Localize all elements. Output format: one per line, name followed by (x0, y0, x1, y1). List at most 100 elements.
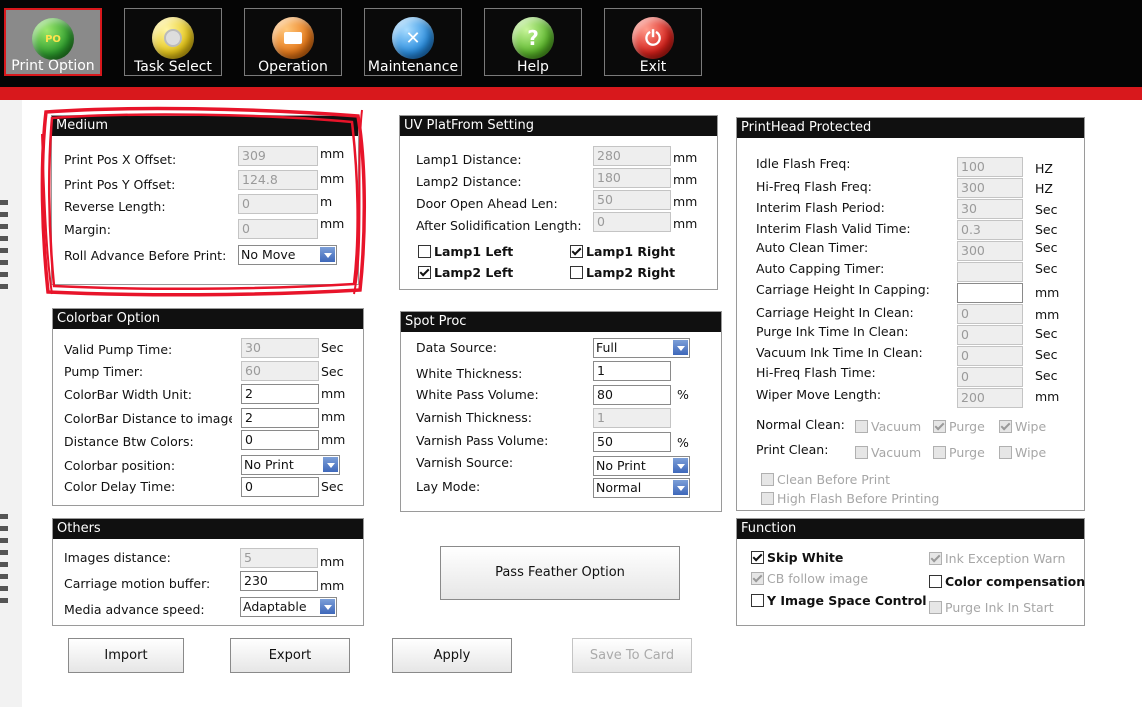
grip-mark (0, 224, 8, 229)
operation-label: Operation (258, 59, 328, 75)
hi-freq-flash-time-label: Hi-Freq Flash Time: (756, 365, 876, 380)
operation-button[interactable]: Operation (244, 8, 342, 76)
y-offset-input[interactable]: 124.8 (238, 170, 318, 190)
distance-btw-colors-input[interactable]: 0 (241, 430, 319, 450)
high-flash-before-printing-checkbox[interactable]: High Flash Before Printing (761, 491, 939, 506)
carriage-height-capping-input[interactable] (957, 283, 1023, 303)
lay-mode-select[interactable]: Normal (593, 478, 690, 498)
data-source-value: Full (596, 340, 618, 355)
interim-flash-valid-label: Interim Flash Valid Time: (756, 221, 911, 236)
carriage-buffer-input[interactable]: 230 (240, 571, 318, 591)
chevron-down-icon (673, 458, 688, 473)
print-option-button[interactable]: PO Print Option (4, 8, 102, 76)
cb-follow-image-label: CB follow image (767, 571, 869, 586)
carriage-height-capping-unit: mm (1035, 285, 1060, 300)
print-clean-vacuum-checkbox[interactable]: Vacuum (855, 445, 921, 460)
interim-flash-valid-input[interactable]: 0.3 (957, 220, 1023, 240)
after-solidification-label: After Solidification Length: (416, 218, 582, 233)
grip-mark (0, 260, 8, 265)
normal-clean-wipe-checkbox[interactable]: Wipe (999, 419, 1046, 434)
maintenance-button[interactable]: ✕ Maintenance (364, 8, 462, 76)
lamp2-left-checkbox[interactable]: Lamp2 Left (418, 265, 513, 280)
print-clean-wipe-checkbox[interactable]: Wipe (999, 445, 1046, 460)
data-source-select[interactable]: Full (593, 338, 690, 358)
hi-freq-flash-time-input[interactable]: 0 (957, 367, 1023, 387)
colorbar-distance-input[interactable]: 2 (241, 408, 319, 428)
x-offset-label: Print Pos X Offset: (64, 152, 177, 167)
purge-ink-time-input[interactable]: 0 (957, 325, 1023, 345)
export-button[interactable]: Export (230, 638, 350, 673)
chevron-down-icon (320, 247, 335, 262)
door-open-label: Door Open Ahead Len: (416, 196, 558, 211)
white-thickness-input[interactable]: 1 (593, 361, 671, 381)
media-advance-speed-select[interactable]: Adaptable (240, 597, 337, 617)
varnish-thickness-input[interactable]: 1 (593, 408, 671, 428)
y-image-space-checkbox[interactable]: Y Image Space Control (751, 593, 927, 608)
pump-timer-input[interactable]: 60 (241, 361, 319, 381)
reverse-length-input[interactable]: 0 (238, 194, 318, 214)
checkbox-box (929, 601, 942, 614)
colorbar-position-select[interactable]: No Print (241, 455, 340, 475)
import-button[interactable]: Import (68, 638, 184, 673)
save-to-card-button[interactable]: Save To Card (572, 638, 692, 673)
grip-mark (0, 574, 8, 579)
idle-flash-input[interactable]: 100 (957, 157, 1023, 177)
lamp2-distance-input[interactable]: 180 (593, 168, 671, 188)
lamp1-distance-input[interactable]: 280 (593, 146, 671, 166)
wiper-move-length-unit: mm (1035, 389, 1060, 404)
left-grip-strip (0, 100, 22, 707)
carriage-height-clean-unit: mm (1035, 307, 1060, 322)
varnish-pass-volume-unit: % (677, 435, 689, 450)
auto-clean-timer-input[interactable]: 300 (957, 241, 1023, 261)
auto-capping-timer-input[interactable] (957, 262, 1023, 282)
lamp1-right-label: Lamp1 Right (586, 244, 676, 259)
exit-button[interactable]: ⏻ Exit (604, 8, 702, 76)
normal-clean-purge-checkbox[interactable]: Purge (933, 419, 985, 434)
normal-clean-vacuum-checkbox[interactable]: Vacuum (855, 419, 921, 434)
exit-label: Exit (639, 59, 667, 75)
carriage-height-clean-input[interactable]: 0 (957, 304, 1023, 324)
roll-advance-select[interactable]: No Move (238, 245, 337, 265)
colorbar-position-value: No Print (244, 457, 294, 472)
margin-input[interactable]: 0 (238, 219, 318, 239)
interim-flash-period-input[interactable]: 30 (957, 199, 1023, 219)
valid-pump-time-input[interactable]: 30 (241, 338, 319, 358)
skip-white-checkbox[interactable]: Skip White (751, 550, 843, 565)
auto-clean-timer-label: Auto Clean Timer: (756, 240, 869, 255)
after-solidification-input[interactable]: 0 (593, 212, 671, 232)
colorbar-width-input[interactable]: 2 (241, 384, 319, 404)
task-select-button[interactable]: Task Select (124, 8, 222, 76)
roll-advance-label: Roll Advance Before Print: (64, 248, 227, 263)
ink-exception-warn-checkbox[interactable]: Ink Exception Warn (929, 551, 1065, 566)
white-pass-volume-input[interactable]: 80 (593, 385, 671, 405)
printhead-panel: PrintHead Protected Idle Flash Freq: 100… (736, 117, 1085, 511)
varnish-source-select[interactable]: No Print (593, 456, 690, 476)
checkbox-box (761, 473, 774, 486)
hi-freq-flash-input[interactable]: 300 (957, 178, 1023, 198)
lamp2-right-checkbox[interactable]: Lamp2 Right (570, 265, 675, 280)
clean-before-print-checkbox[interactable]: Clean Before Print (761, 472, 890, 487)
lamp1-right-checkbox[interactable]: Lamp1 Right (570, 244, 675, 259)
apply-button[interactable]: Apply (392, 638, 512, 673)
x-offset-input[interactable]: 309 (238, 146, 318, 166)
lamp1-distance-unit: mm (673, 150, 698, 165)
checkbox-box (761, 492, 774, 505)
color-delay-time-input[interactable]: 0 (241, 477, 319, 497)
idle-flash-label: Idle Flash Freq: (756, 156, 851, 171)
images-distance-input[interactable]: 5 (240, 548, 318, 568)
wiper-move-length-input[interactable]: 200 (957, 388, 1023, 408)
varnish-pass-volume-input[interactable]: 50 (593, 432, 671, 452)
print-option-label: Print Option (11, 58, 95, 74)
purge-ink-start-label: Purge Ink In Start (945, 600, 1054, 615)
vacuum-ink-time-input[interactable]: 0 (957, 346, 1023, 366)
lamp1-left-checkbox[interactable]: Lamp1 Left (418, 244, 513, 259)
cb-follow-image-checkbox[interactable]: CB follow image (751, 571, 868, 586)
door-open-input[interactable]: 50 (593, 190, 671, 210)
checkbox-box (855, 446, 868, 459)
hi-freq-flash-unit: HZ (1035, 181, 1053, 196)
purge-ink-start-checkbox[interactable]: Purge Ink In Start (929, 600, 1054, 615)
color-compensation-checkbox[interactable]: Color compensation (929, 574, 1085, 589)
help-button[interactable]: ? Help (484, 8, 582, 76)
print-clean-purge-checkbox[interactable]: Purge (933, 445, 985, 460)
pass-feather-option-button[interactable]: Pass Feather Option (440, 546, 680, 600)
